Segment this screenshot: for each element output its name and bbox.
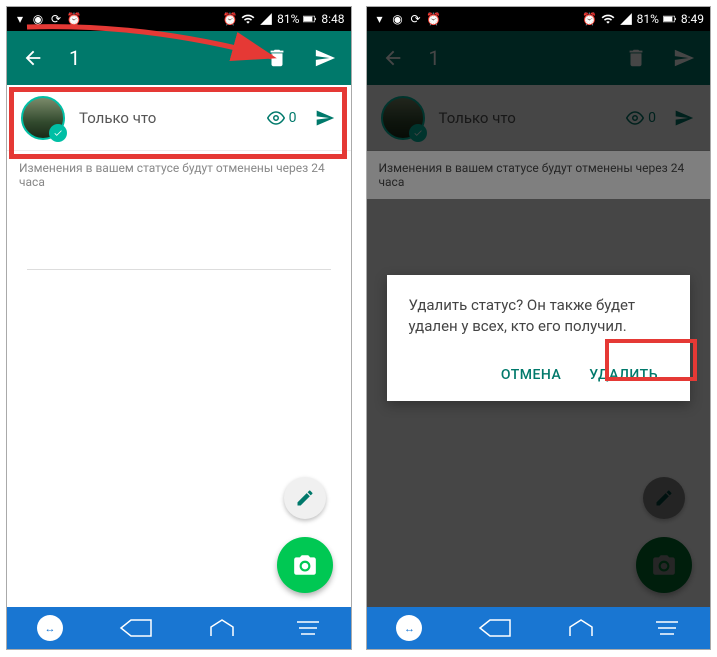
alarm-icon: ⏰ xyxy=(67,12,81,26)
content-area xyxy=(7,199,351,607)
battery-text: 81% xyxy=(637,12,659,26)
nav-back[interactable] xyxy=(475,613,515,643)
check-badge-icon xyxy=(49,124,67,142)
sync-icon: ⟳ xyxy=(409,12,423,26)
forward-button[interactable] xyxy=(313,106,337,130)
phone-right: ▾ ◉ ⟳ ⏰ ⏰ 81% 8:49 1 xyxy=(366,6,712,650)
signal-icon xyxy=(259,12,273,26)
share-button[interactable] xyxy=(313,46,337,70)
appbar-title: 1 xyxy=(69,46,80,70)
nav-home[interactable] xyxy=(561,613,601,643)
status-item[interactable]: Только что 0 xyxy=(7,85,351,151)
sync-icon: ⟳ xyxy=(49,12,63,26)
edit-fab[interactable] xyxy=(284,477,326,519)
android-status-bar: ▾ ◉ ⟳ ⏰ ⏰ 81% 8:48 xyxy=(7,7,351,31)
signal-icon xyxy=(619,12,633,26)
nav-teamviewer[interactable]: ↔ xyxy=(389,613,429,643)
wifi-icon xyxy=(241,12,255,26)
delete-dialog: Удалить статус? Он также будет удален у … xyxy=(387,275,691,401)
alarm-icon: ⏰ xyxy=(427,12,441,26)
status-info-text: Изменения в вашем статусе будут отменены… xyxy=(7,151,351,199)
alarm2-icon: ⏰ xyxy=(583,12,597,26)
nav-recents[interactable] xyxy=(288,613,328,643)
delete-button[interactable] xyxy=(265,46,289,70)
nav-teamviewer[interactable]: ↔ xyxy=(30,613,70,643)
eye-icon: ◉ xyxy=(391,12,405,26)
notif-icon: ▾ xyxy=(13,12,27,26)
android-nav-bar: ↔ xyxy=(367,607,711,649)
clock-text: 8:48 xyxy=(321,12,344,26)
notif-icon: ▾ xyxy=(373,12,387,26)
battery-text: 81% xyxy=(277,12,299,26)
camera-fab[interactable] xyxy=(277,537,333,593)
battery-icon xyxy=(303,12,317,26)
nav-home[interactable] xyxy=(202,613,242,643)
battery-icon xyxy=(663,12,677,26)
dialog-cancel-button[interactable]: ОТМЕНА xyxy=(491,359,571,391)
eye-icon: ◉ xyxy=(31,12,45,26)
dialog-message: Удалить статус? Он также будет удален у … xyxy=(409,295,669,337)
phone-left: ▾ ◉ ⟳ ⏰ ⏰ 81% 8:48 1 xyxy=(6,6,352,650)
wifi-icon xyxy=(601,12,615,26)
android-nav-bar: ↔ xyxy=(7,607,351,649)
clock-text: 8:49 xyxy=(681,12,704,26)
divider xyxy=(27,269,331,270)
alarm2-icon: ⏰ xyxy=(223,12,237,26)
android-status-bar: ▾ ◉ ⟳ ⏰ ⏰ 81% 8:49 xyxy=(367,7,711,31)
nav-recents[interactable] xyxy=(647,613,687,643)
app-bar: 1 xyxy=(7,31,351,85)
nav-back[interactable] xyxy=(116,613,156,643)
dialog-confirm-button[interactable]: УДАЛИТЬ xyxy=(579,359,668,391)
status-time-label: Только что xyxy=(79,109,156,127)
views-count: 0 xyxy=(267,109,297,127)
status-avatar xyxy=(21,96,65,140)
back-button[interactable] xyxy=(21,46,45,70)
